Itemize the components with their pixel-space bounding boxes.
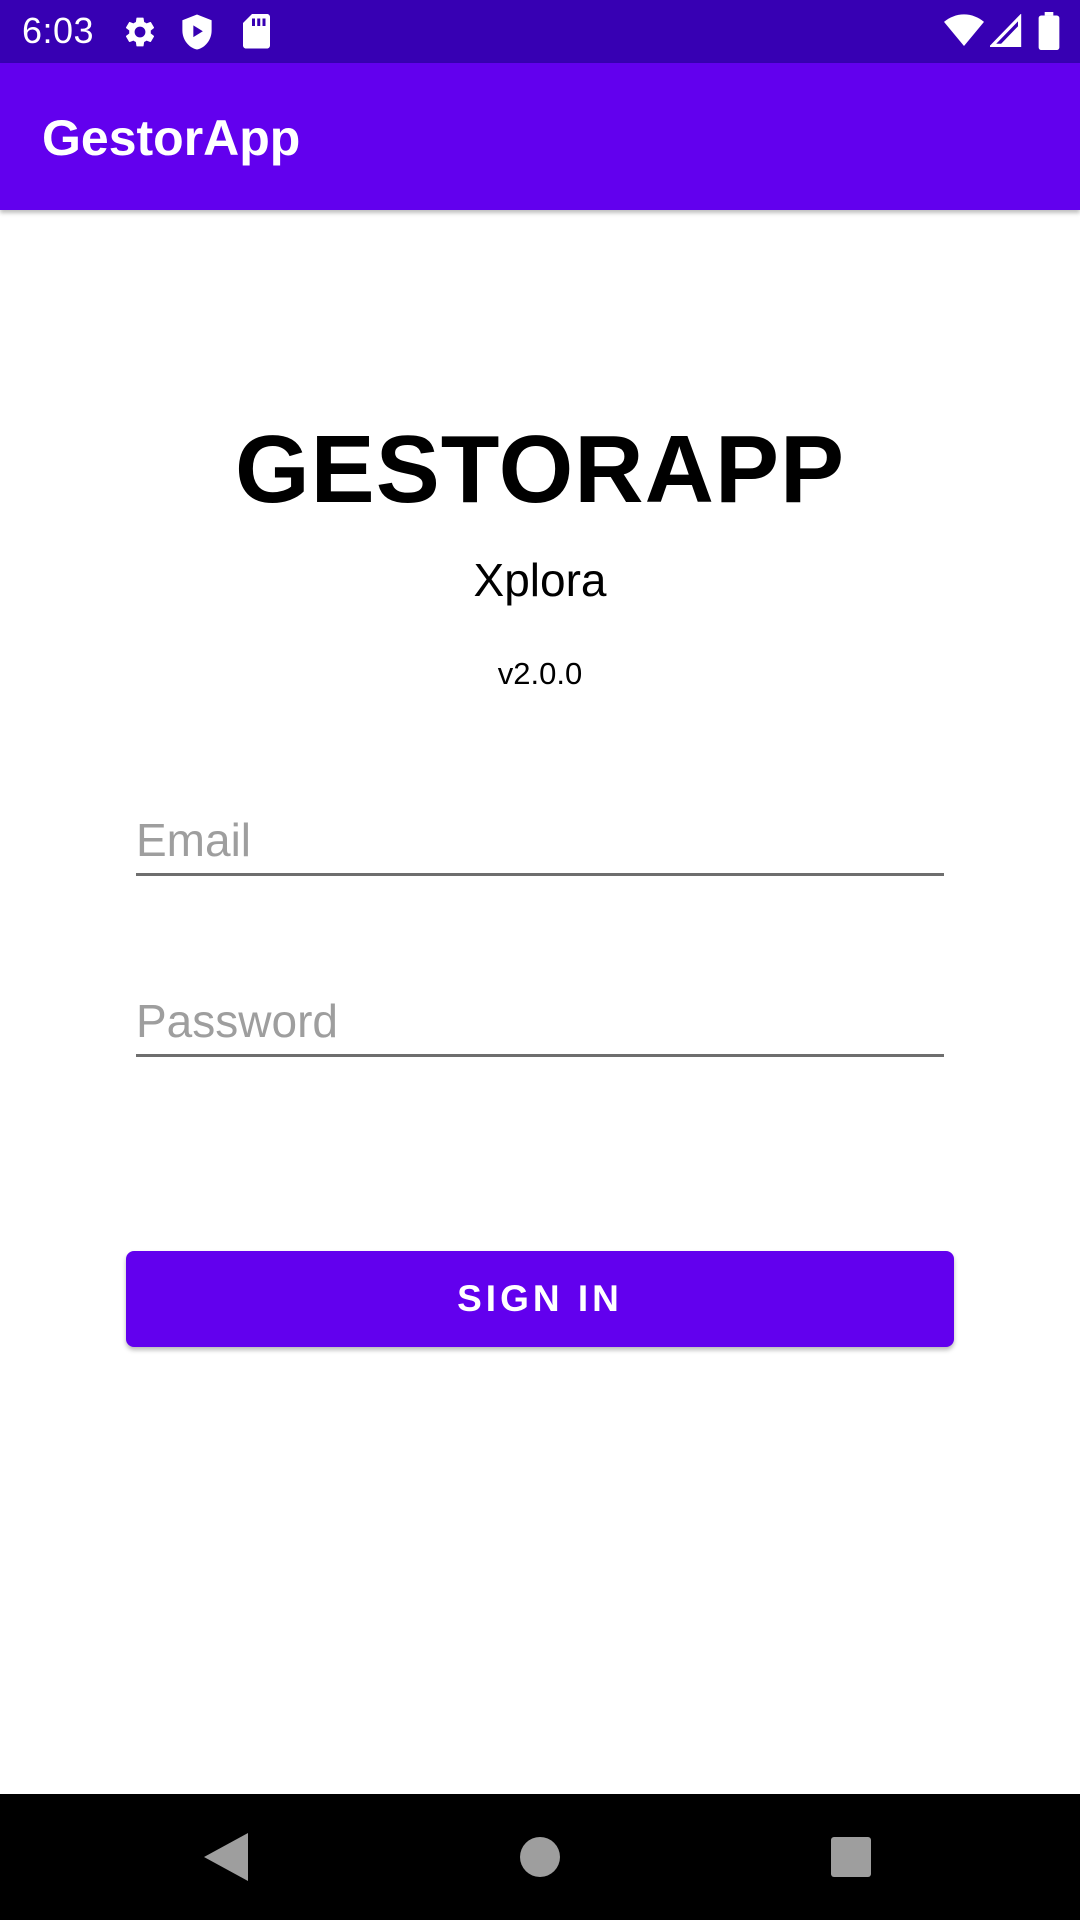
home-button[interactable] [480, 1794, 600, 1920]
signal-icon [990, 14, 1022, 48]
settings-gear-icon [122, 14, 158, 50]
wifi-icon [944, 14, 984, 48]
password-field[interactable] [136, 987, 944, 1057]
version-label: v2.0.0 [497, 656, 583, 691]
app-bar: GestorApp [0, 63, 1080, 210]
back-button[interactable] [166, 1794, 286, 1920]
sd-card-icon [240, 14, 270, 50]
status-time: 6:03 [22, 10, 95, 51]
brand-title: GESTORAPP [234, 416, 846, 523]
navigation-bar [0, 1794, 1080, 1920]
home-icon [520, 1837, 560, 1877]
email-field[interactable] [136, 806, 944, 876]
recents-button[interactable] [791, 1794, 911, 1920]
status-bar: 6:03 [0, 0, 1080, 63]
brand-subtitle: Xplora [473, 554, 607, 606]
app-bar-title: GestorApp [42, 110, 301, 166]
recents-icon [831, 1837, 871, 1877]
shield-play-icon [179, 13, 215, 51]
battery-icon [1038, 12, 1060, 50]
back-icon [204, 1833, 248, 1881]
sign-in-button[interactable]: SIGN IN [126, 1251, 954, 1347]
